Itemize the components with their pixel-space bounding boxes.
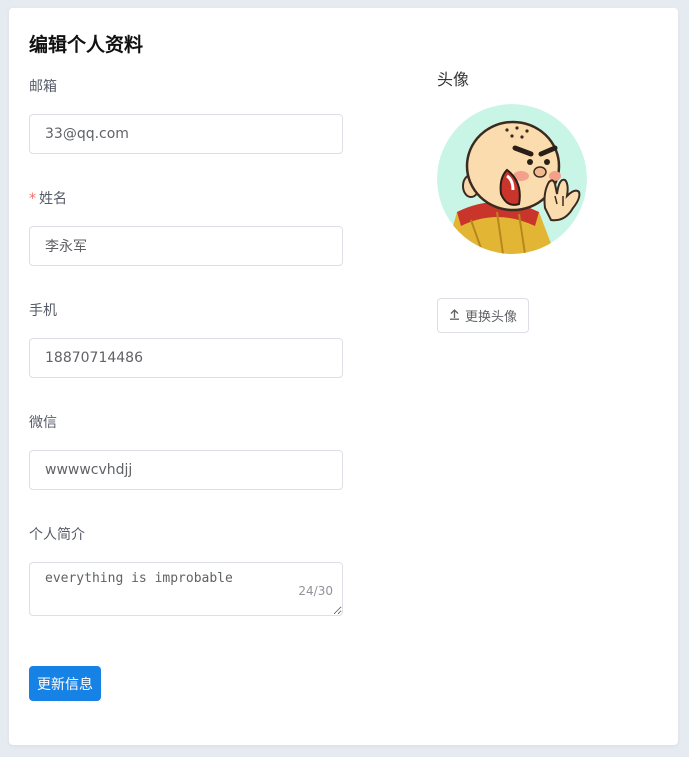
- bio-textarea-wrapper: everything is improbable 24/30: [29, 562, 343, 616]
- update-info-button[interactable]: 更新信息: [29, 666, 101, 701]
- page-title: 编辑个人资料: [29, 34, 144, 56]
- phone-label: 手机: [29, 303, 57, 319]
- avatar-illustration: [437, 104, 587, 254]
- upload-icon: [449, 308, 460, 324]
- email-label: 邮箱: [29, 79, 57, 95]
- email-field[interactable]: [29, 114, 343, 154]
- bio-label: 个人简介: [29, 527, 85, 543]
- bio-word-count: 24/30: [298, 584, 333, 598]
- name-field[interactable]: [29, 226, 343, 266]
- edit-profile-card: 编辑个人资料 邮箱 *姓名 手机 微信 个人简介 everything is i…: [9, 8, 678, 745]
- name-label-row: * 姓名: [29, 188, 67, 208]
- upload-icon-svg: [449, 308, 459, 320]
- required-mark: *: [29, 191, 36, 207]
- wechat-field[interactable]: [29, 450, 343, 490]
- phone-field[interactable]: [29, 338, 343, 378]
- change-avatar-button[interactable]: 更换头像: [437, 298, 529, 333]
- wechat-label: 微信: [29, 415, 57, 431]
- name-label: 姓名: [39, 191, 67, 207]
- avatar-label: 头像: [437, 70, 470, 89]
- bio-textarea[interactable]: everything is improbable: [29, 562, 343, 616]
- avatar: [437, 104, 587, 254]
- change-avatar-label: 更换头像: [464, 310, 517, 325]
